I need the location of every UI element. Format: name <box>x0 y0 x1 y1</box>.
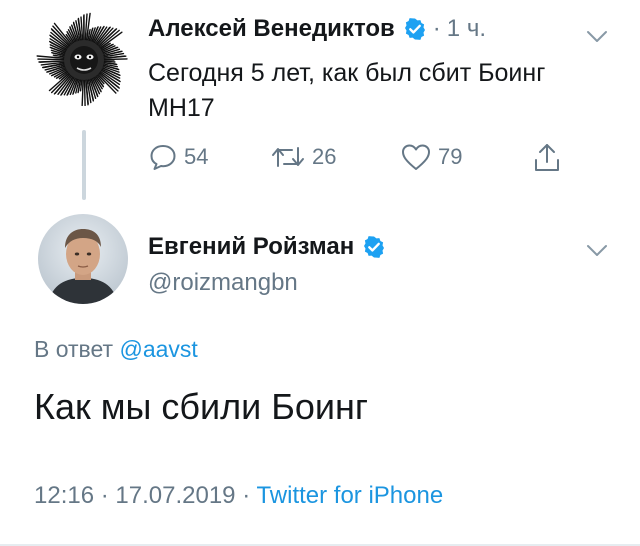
tweet-time[interactable]: 12:16 <box>34 482 94 509</box>
reply-bubble-icon <box>150 145 176 170</box>
reply-button[interactable]: 54 <box>148 142 208 172</box>
avatar-spike <box>37 58 69 61</box>
tweet-source-link[interactable]: Twitter for iPhone <box>256 482 443 509</box>
reply-author-handle[interactable]: @roizmangbn <box>148 268 298 298</box>
reply-context-prefix: В ответ <box>34 336 114 362</box>
parent-tweet-header: Алексей Венедиктов · 1 ч. <box>148 14 486 44</box>
retweet-icon <box>272 147 304 167</box>
avatar-spike <box>103 58 128 61</box>
chevron-down-icon[interactable] <box>586 244 608 258</box>
reply-mention-link[interactable]: @aavst <box>119 336 197 362</box>
reply-tweet-text: Как мы сбили Боинг <box>34 386 368 427</box>
meta-separator: · <box>242 482 251 509</box>
retweet-button[interactable]: 26 <box>270 142 336 172</box>
parent-author-avatar[interactable] <box>36 10 132 106</box>
like-count: 79 <box>438 144 463 169</box>
heart-icon <box>402 144 430 170</box>
like-button[interactable]: 79 <box>400 142 462 172</box>
reply-context: В ответ @aavst <box>34 334 198 364</box>
portrait-photo <box>38 214 128 304</box>
chevron-down-icon[interactable] <box>586 30 608 44</box>
reply-tweet-meta: 12:16 · 17.07.2019 · Twitter for iPhone <box>34 480 443 512</box>
tweet-date[interactable]: 17.07.2019 <box>115 482 235 509</box>
retweet-count: 26 <box>312 144 337 169</box>
thread-connector-line <box>82 130 86 200</box>
reply-author-name[interactable]: Евгений Ройзман <box>148 232 354 262</box>
avatar-spike <box>83 79 86 106</box>
share-button[interactable] <box>532 142 562 174</box>
reply-tweet-header: Евгений Ройзман <box>148 232 386 262</box>
parent-tweet-text: Сегодня 5 лет, как был сбит Боинг МН17 <box>148 59 546 122</box>
verified-badge-icon <box>364 236 385 258</box>
spiky-avatar-image <box>36 10 132 106</box>
meta-separator: · <box>100 482 109 509</box>
share-icon <box>535 144 559 171</box>
tweet-dot-separator: · <box>432 15 441 42</box>
parent-tweet-actions: 54 26 79 <box>148 142 568 178</box>
reply-count: 54 <box>184 144 209 169</box>
reply-author-avatar[interactable] <box>38 214 128 304</box>
parent-tweet-time[interactable]: 1 ч. <box>447 14 486 44</box>
parent-author-name[interactable]: Алексей Венедиктов <box>148 14 395 44</box>
verified-badge-icon <box>404 18 425 40</box>
